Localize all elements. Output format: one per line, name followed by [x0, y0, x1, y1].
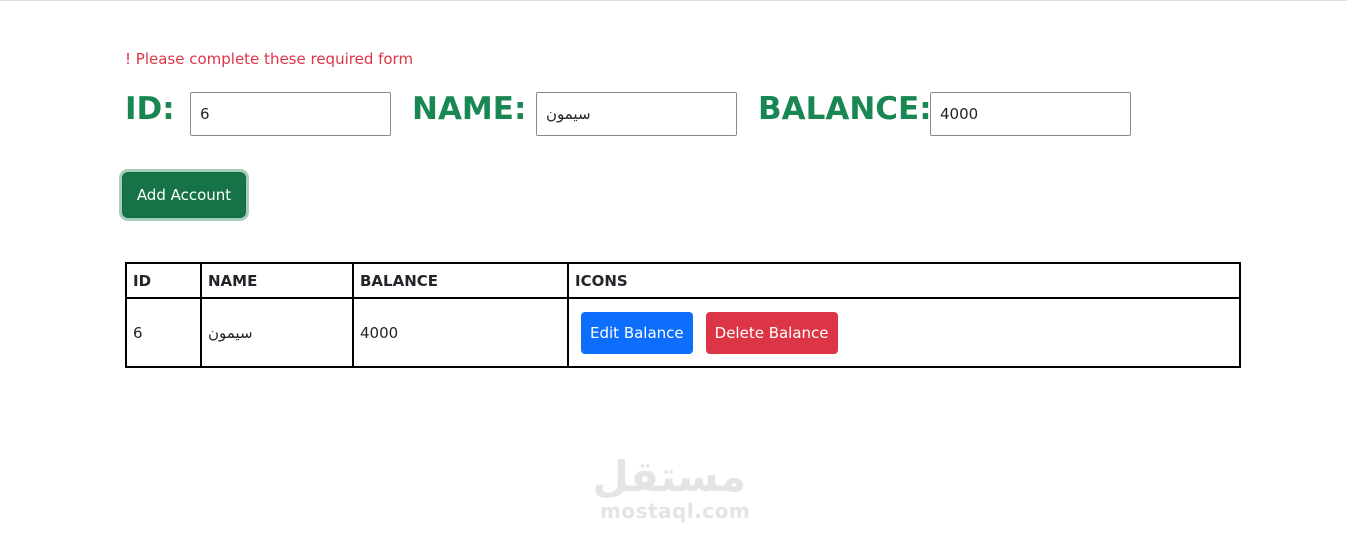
header-name: NAME	[200, 262, 354, 299]
cell-actions: Edit Balance Delete Balance	[567, 297, 1241, 368]
balance-input[interactable]	[930, 92, 1131, 136]
top-divider	[0, 0, 1347, 1]
header-balance: BALANCE	[352, 262, 569, 299]
id-input[interactable]	[190, 92, 391, 136]
cell-balance: 4000	[352, 297, 569, 368]
balance-label: BALANCE:	[758, 91, 932, 127]
table-row: 6 سيمون 4000 Edit Balance Delete Balance	[125, 297, 1241, 368]
watermark-latin-text: mostaql.com	[600, 499, 751, 523]
id-label: ID:	[125, 91, 175, 127]
accounts-table: ID NAME BALANCE ICONS 6 سيمون 4000 Edit …	[125, 262, 1241, 368]
header-icons: ICONS	[567, 262, 1241, 299]
validation-error-message: ! Please complete these required form	[125, 50, 414, 68]
table-header-row: ID NAME BALANCE ICONS	[125, 262, 1241, 299]
cell-name: سيمون	[200, 297, 354, 368]
watermark-arabic-text: مستقل	[592, 452, 746, 501]
name-input[interactable]	[536, 92, 737, 136]
add-account-button[interactable]: Add Account	[122, 172, 246, 218]
header-id: ID	[125, 262, 202, 299]
mostaql-watermark-logo: مستقل mostaql.com	[592, 452, 751, 523]
cell-id: 6	[125, 297, 202, 368]
name-label: NAME:	[412, 91, 527, 127]
edit-balance-button[interactable]: Edit Balance	[581, 311, 693, 354]
delete-balance-button[interactable]: Delete Balance	[705, 311, 838, 354]
